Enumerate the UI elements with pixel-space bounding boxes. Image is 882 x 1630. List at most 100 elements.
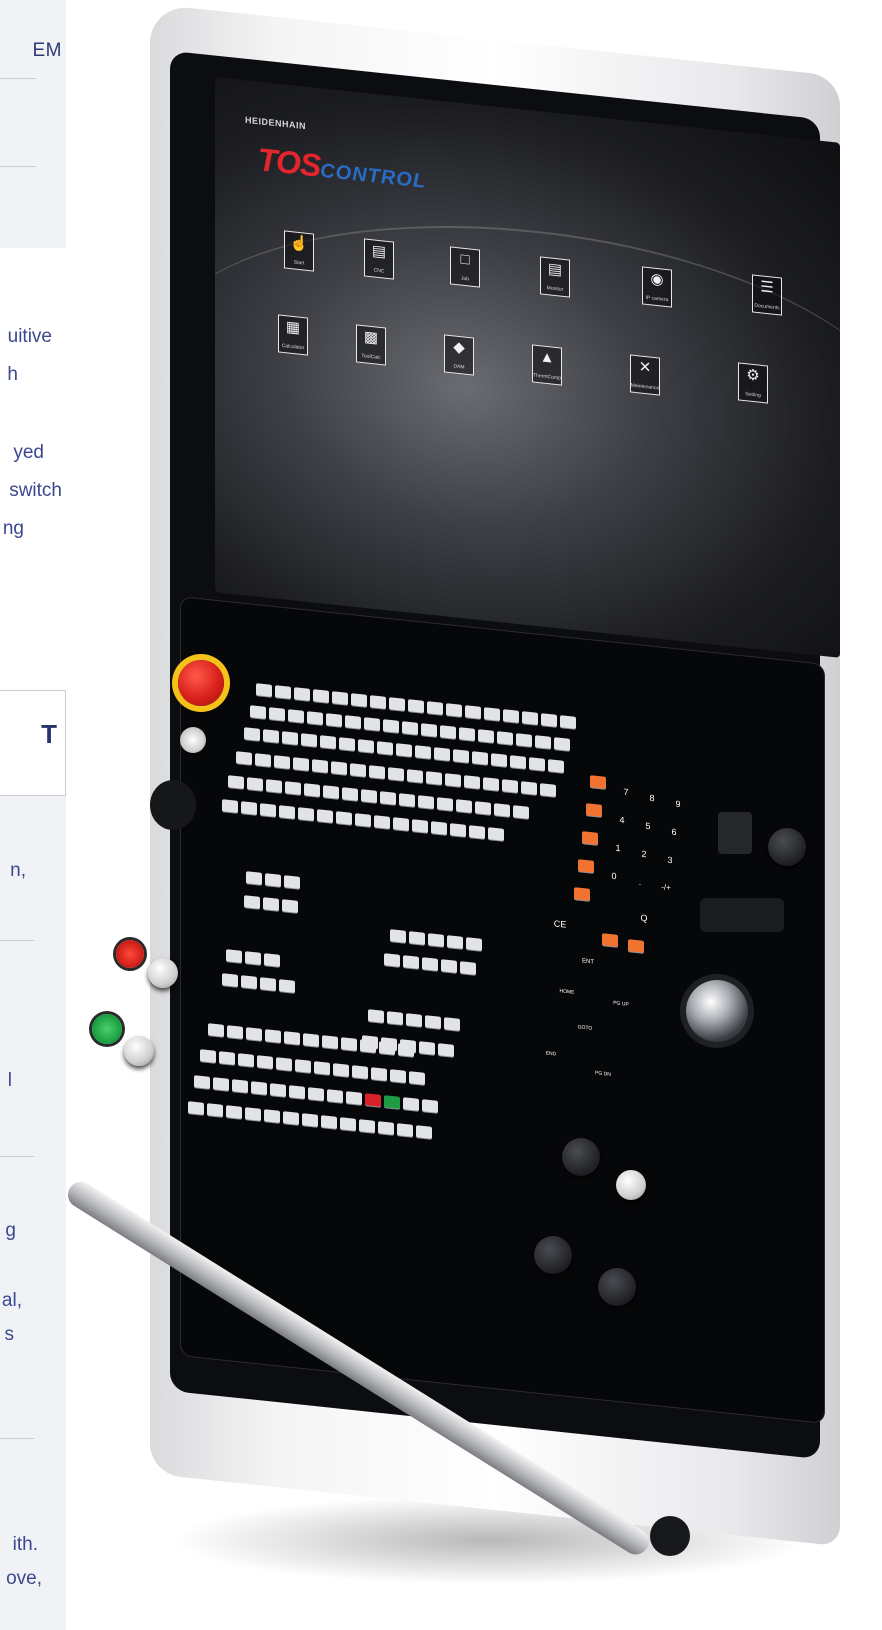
keyboard-key[interactable] [222, 799, 238, 813]
keyboard-key[interactable] [260, 977, 276, 991]
keyboard-key[interactable] [275, 685, 291, 699]
key-8[interactable]: 8 [644, 791, 660, 805]
keyboard-key[interactable] [346, 1091, 362, 1105]
keyboard-key[interactable] [403, 955, 419, 969]
key-pg-dn[interactable]: PG DN [592, 1067, 614, 1081]
keyboard-key[interactable] [472, 751, 488, 765]
keyboard-key[interactable] [548, 759, 564, 773]
app-tile-maintenance[interactable]: ✕ Maintenance [630, 354, 660, 396]
key-switch[interactable] [180, 727, 206, 753]
keyboard-key[interactable] [340, 1117, 356, 1131]
keyboard-key[interactable] [379, 1041, 395, 1055]
keyboard-key[interactable] [250, 705, 266, 719]
keyboard-key[interactable] [326, 713, 342, 727]
emergency-stop-button[interactable] [178, 660, 224, 706]
keyboard-key[interactable] [317, 809, 333, 823]
keyboard-key[interactable] [497, 731, 513, 745]
keyboard-key[interactable] [294, 687, 310, 701]
keyboard-key[interactable] [302, 1113, 318, 1127]
keyboard-key[interactable] [383, 719, 399, 733]
keyboard-key[interactable] [359, 1119, 375, 1133]
keyboard-key[interactable] [321, 1115, 337, 1129]
keyboard-key[interactable] [422, 1099, 438, 1113]
keyboard-key[interactable] [282, 899, 298, 913]
spindle-override-knob[interactable] [124, 1036, 154, 1066]
keyboard-key[interactable] [371, 1067, 387, 1081]
keyboard-key[interactable] [274, 755, 290, 769]
keyboard-key[interactable] [402, 721, 418, 735]
keyboard-key[interactable] [560, 715, 576, 729]
keyboard-key[interactable] [384, 1095, 400, 1109]
keyboard-key[interactable] [437, 797, 453, 811]
keyboard-key[interactable] [293, 757, 309, 771]
keyboard-key[interactable] [434, 747, 450, 761]
keyboard-key[interactable] [428, 933, 444, 947]
keyboard-key[interactable] [327, 1089, 343, 1103]
keyboard-key[interactable] [236, 751, 252, 765]
app-tile-job[interactable]: □ Job [450, 246, 480, 288]
keyboard-key[interactable] [241, 801, 257, 815]
keyboard-key[interactable] [345, 715, 361, 729]
app-tile-calculator[interactable]: ▦ Calculator [278, 314, 308, 356]
app-tile-setting[interactable]: ⚙ Setting [738, 362, 768, 404]
keyboard-key[interactable] [226, 1105, 242, 1119]
keyboard-key[interactable] [336, 811, 352, 825]
panel-button[interactable] [562, 1138, 600, 1176]
keyboard-key[interactable] [469, 825, 485, 839]
keyboard-key[interactable] [510, 755, 526, 769]
keyboard-key[interactable] [246, 871, 262, 885]
keyboard-key[interactable] [208, 1023, 224, 1037]
keyboard-key[interactable] [332, 691, 348, 705]
key-home[interactable]: HOME [556, 985, 578, 999]
keyboard-key[interactable] [295, 1059, 311, 1073]
panel-button[interactable] [768, 828, 806, 866]
keyboard-key[interactable] [426, 771, 442, 785]
keyboard-key[interactable] [244, 895, 260, 909]
keyboard-key[interactable] [407, 769, 423, 783]
app-tile-documents[interactable]: ☰ Documents [752, 274, 782, 316]
feed-stop-button[interactable] [116, 940, 144, 968]
keyboard-key[interactable] [351, 693, 367, 707]
keyboard-key[interactable] [431, 821, 447, 835]
keyboard-key[interactable] [403, 1097, 419, 1111]
keyboard-key[interactable] [399, 793, 415, 807]
trackball[interactable] [686, 980, 748, 1042]
keyboard-key[interactable] [438, 1043, 454, 1057]
orange-function-key[interactable] [602, 933, 618, 947]
keyboard-key[interactable] [522, 711, 538, 725]
keyboard-key[interactable] [244, 727, 260, 741]
key-end[interactable]: END [540, 1047, 562, 1061]
keyboard-key[interactable] [301, 733, 317, 747]
key-2[interactable]: 2 [636, 847, 652, 861]
keyboard-key[interactable] [388, 767, 404, 781]
keyboard-key[interactable] [453, 749, 469, 763]
keyboard-key[interactable] [374, 815, 390, 829]
keyboard-key[interactable] [263, 729, 279, 743]
keyboard-key[interactable] [241, 975, 257, 989]
keyboard-key[interactable] [227, 1025, 243, 1039]
keyboard-key[interactable] [323, 785, 339, 799]
keyboard-key[interactable] [352, 1065, 368, 1079]
key-7[interactable]: 7 [618, 785, 634, 799]
keyboard-key[interactable] [194, 1075, 210, 1089]
keyboard-key[interactable] [440, 725, 456, 739]
keyboard-key[interactable] [478, 729, 494, 743]
keyboard-key[interactable] [228, 775, 244, 789]
keyboard-key[interactable] [416, 1125, 432, 1139]
keyboard-key[interactable] [288, 709, 304, 723]
keyboard-key[interactable] [312, 759, 328, 773]
keyboard-key[interactable] [342, 787, 358, 801]
keyboard-key[interactable] [415, 745, 431, 759]
keyboard-key[interactable] [255, 753, 271, 767]
keyboard-key[interactable] [446, 703, 462, 717]
keyboard-key[interactable] [251, 1081, 267, 1095]
keyboard-key[interactable] [320, 735, 336, 749]
keyboard-key[interactable] [460, 961, 476, 975]
keyboard-key[interactable] [308, 1087, 324, 1101]
feed-override-knob[interactable] [148, 958, 178, 988]
keyboard-key[interactable] [339, 737, 355, 751]
keyboard-key[interactable] [541, 713, 557, 727]
key-plus-minus[interactable]: -/+ [658, 881, 674, 895]
keyboard-key[interactable] [219, 1051, 235, 1065]
keyboard-key[interactable] [270, 1083, 286, 1097]
